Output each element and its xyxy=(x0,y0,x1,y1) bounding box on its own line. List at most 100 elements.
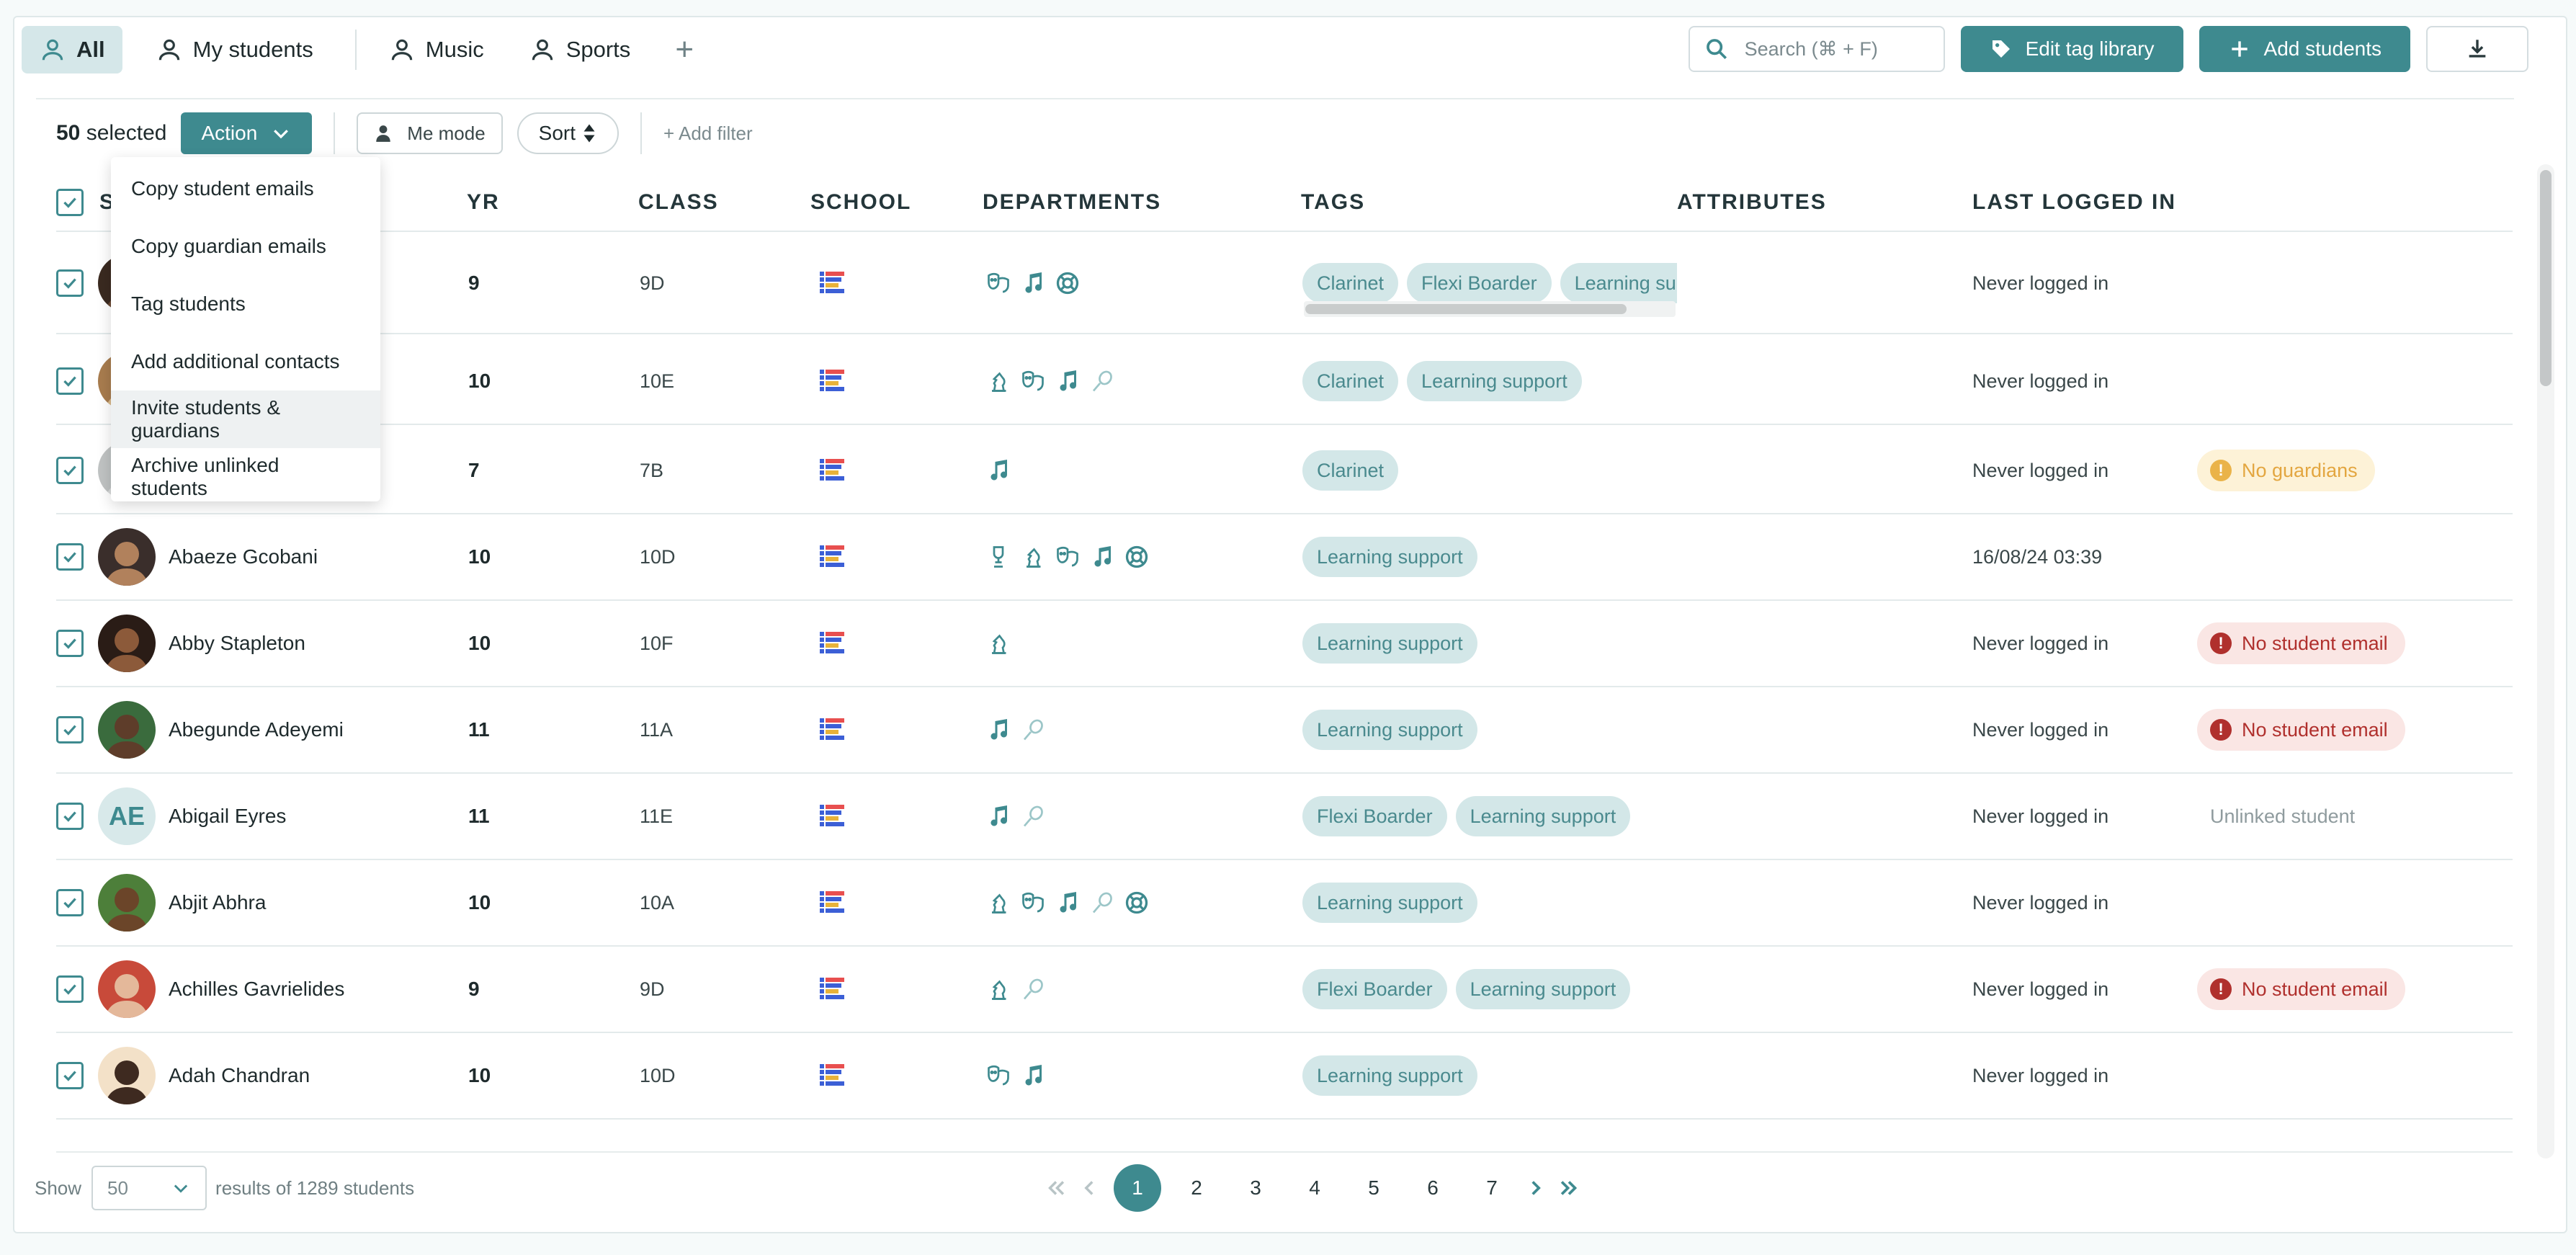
tag-chip[interactable]: Learning supp xyxy=(1560,263,1677,303)
sort-button[interactable]: Sort xyxy=(516,112,620,154)
menu-item-invite-students-guardians[interactable]: Invite students & guardians xyxy=(111,390,380,448)
page-6[interactable]: 6 xyxy=(1409,1164,1457,1212)
table-row[interactable]: Abaeze Gcobani 10 10D Learning support 1… xyxy=(56,514,2513,601)
row-checkbox[interactable] xyxy=(56,367,84,395)
table-row[interactable]: 7 7B Clarinet Never logged in ! No guardi… xyxy=(56,428,2513,514)
row-checkbox-cell[interactable] xyxy=(56,947,84,1032)
row-checkbox[interactable] xyxy=(56,543,84,571)
tag-chip[interactable]: Clarinet xyxy=(1302,450,1399,491)
row-checkbox-cell[interactable] xyxy=(56,687,84,772)
add-filter-button[interactable]: + Add filter xyxy=(663,122,753,145)
menu-item-copy-guardian-emails[interactable]: Copy guardian emails xyxy=(111,218,380,275)
student-name[interactable]: Abegunde Adeyemi xyxy=(169,718,344,741)
add-students-button[interactable]: Add students xyxy=(2199,26,2410,72)
student-name[interactable]: Abaeze Gcobani xyxy=(169,545,318,568)
page-7[interactable]: 7 xyxy=(1468,1164,1516,1212)
student-cell[interactable]: Abby Stapleton xyxy=(98,601,305,686)
table-row[interactable]: Abjit Abhra 10 10A Learning support Neve… xyxy=(56,860,2513,947)
tag-chip[interactable]: Learning support xyxy=(1302,883,1477,923)
row-checkbox[interactable] xyxy=(56,1062,84,1089)
tag-chip[interactable]: Learning support xyxy=(1302,1055,1477,1096)
row-checkbox[interactable] xyxy=(56,457,84,484)
tag-chip[interactable]: Learning support xyxy=(1455,796,1631,836)
row-checkbox-cell[interactable] xyxy=(56,233,84,333)
row-checkbox[interactable] xyxy=(56,803,84,830)
prev-page-icon[interactable] xyxy=(1075,1174,1104,1202)
student-name[interactable]: Adah Chandran xyxy=(169,1064,310,1087)
tab-music[interactable]: Music xyxy=(371,26,501,73)
tag-chip[interactable]: Flexi Boarder xyxy=(1407,263,1552,303)
table-row[interactable]: 9 9D ClarinetFlexi BoarderLearning supp … xyxy=(56,233,2513,334)
student-cell[interactable]: Abaeze Gcobani xyxy=(98,514,318,599)
table-row[interactable]: AE Abigail Eyres 11 11E Flexi Boarder Lear… xyxy=(56,774,2513,860)
row-checkbox-cell[interactable] xyxy=(56,428,84,513)
me-mode-toggle[interactable]: Me mode xyxy=(357,112,503,154)
tab-sports[interactable]: Sports xyxy=(511,26,648,73)
table-row[interactable]: Abby Stapleton 10 10F Learning support N… xyxy=(56,601,2513,687)
student-cell[interactable]: Adah Chandran xyxy=(98,1033,310,1118)
row-checkbox[interactable] xyxy=(56,889,84,916)
row-checkbox[interactable] xyxy=(56,716,84,743)
tag-chip[interactable]: Clarinet xyxy=(1302,361,1399,401)
table-row[interactable]: Achilles Gavrielides 9 9D Flexi Boarder L… xyxy=(56,947,2513,1033)
first-page-icon[interactable] xyxy=(1042,1174,1070,1202)
student-name[interactable]: Abby Stapleton xyxy=(169,632,305,655)
column-header-departments[interactable]: DEPARTMENTS xyxy=(983,173,1161,232)
page-5[interactable]: 5 xyxy=(1350,1164,1397,1212)
tags-horizontal-scrollbar[interactable] xyxy=(1304,301,1676,317)
tag-chip[interactable]: Learning support xyxy=(1302,710,1477,750)
search-input[interactable]: Search (⌘ + F) xyxy=(1688,26,1945,72)
tag-chip[interactable]: Learning support xyxy=(1302,623,1477,664)
table-row[interactable]: 10 10E Clarinet Learning support Never lo… xyxy=(56,339,2513,425)
row-checkbox-cell[interactable] xyxy=(56,339,84,424)
student-cell[interactable]: Abegunde Adeyemi xyxy=(98,687,344,772)
student-name[interactable]: Abjit Abhra xyxy=(169,891,266,914)
menu-item-archive-unlinked-students[interactable]: Archive unlinked students xyxy=(111,448,380,506)
row-checkbox[interactable] xyxy=(56,630,84,657)
add-tab-plus-icon[interactable]: + xyxy=(675,32,694,68)
next-page-icon[interactable] xyxy=(1521,1174,1550,1202)
action-dropdown-button[interactable]: Action xyxy=(181,112,313,154)
student-name[interactable]: Abigail Eyres xyxy=(169,805,286,828)
student-cell[interactable]: Abjit Abhra xyxy=(98,860,266,945)
student-cell[interactable]: Achilles Gavrielides xyxy=(98,947,344,1032)
scrollbar-thumb[interactable] xyxy=(1305,304,1627,314)
edit-tag-library-button[interactable]: Edit tag library xyxy=(1960,26,2183,72)
page-3[interactable]: 3 xyxy=(1232,1164,1279,1212)
vertical-scrollbar[interactable] xyxy=(2537,164,2554,1158)
last-page-icon[interactable] xyxy=(1555,1174,1583,1202)
tag-chip[interactable]: Flexi Boarder xyxy=(1302,969,1447,1009)
download-button[interactable] xyxy=(2426,26,2528,72)
tag-chip[interactable]: Flexi Boarder xyxy=(1302,796,1447,836)
tag-chip[interactable]: Learning support xyxy=(1302,537,1477,577)
menu-item-copy-student-emails[interactable]: Copy student emails xyxy=(111,160,380,218)
select-all-checkbox[interactable] xyxy=(56,189,84,216)
page-2[interactable]: 2 xyxy=(1173,1164,1220,1212)
column-header-school[interactable]: SCHOOL xyxy=(810,173,911,232)
tag-chip[interactable]: Learning support xyxy=(1407,361,1582,401)
student-cell[interactable]: AE Abigail Eyres xyxy=(98,774,286,859)
table-row[interactable]: Adah Chandran 10 10D Learning support Ne… xyxy=(56,1033,2513,1120)
column-header-tags[interactable]: TAGS xyxy=(1301,173,1365,232)
student-name[interactable]: Achilles Gavrielides xyxy=(169,978,344,1001)
column-header-last-logged-in[interactable]: LAST LOGGED IN xyxy=(1972,173,2176,232)
menu-item-add-additional-contacts[interactable]: Add additional contacts xyxy=(111,333,380,390)
row-checkbox-cell[interactable] xyxy=(56,1033,84,1118)
row-checkbox[interactable] xyxy=(56,269,84,297)
menu-item-tag-students[interactable]: Tag students xyxy=(111,275,380,333)
scrollbar-thumb[interactable] xyxy=(2540,170,2552,386)
tab-my-students[interactable]: My students xyxy=(138,26,331,73)
row-checkbox-cell[interactable] xyxy=(56,860,84,945)
row-checkbox-cell[interactable] xyxy=(56,601,84,686)
column-header-yr[interactable]: YR xyxy=(467,173,500,232)
row-checkbox[interactable] xyxy=(56,975,84,1003)
select-all-checkbox-cell[interactable] xyxy=(56,173,84,232)
page-4[interactable]: 4 xyxy=(1291,1164,1338,1212)
page-1[interactable]: 1 xyxy=(1114,1164,1161,1212)
column-header-class[interactable]: CLASS xyxy=(638,173,719,232)
tag-chip[interactable]: Clarinet xyxy=(1302,263,1399,303)
row-checkbox-cell[interactable] xyxy=(56,774,84,859)
row-checkbox-cell[interactable] xyxy=(56,514,84,599)
table-row[interactable]: Abegunde Adeyemi 11 11A Learning support… xyxy=(56,687,2513,774)
column-header-attributes[interactable]: ATTRIBUTES xyxy=(1677,173,1827,232)
